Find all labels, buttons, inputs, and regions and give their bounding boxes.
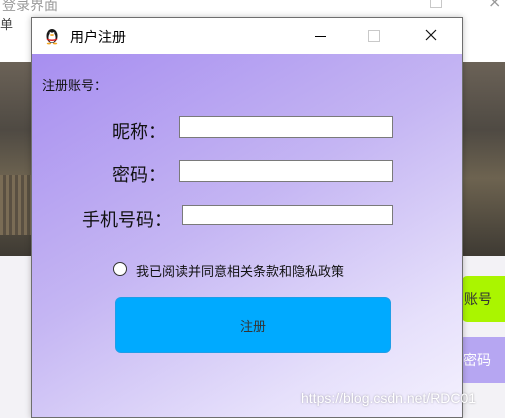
background-menu-item[interactable]: 单 [0, 14, 13, 33]
maximize-button[interactable] [352, 18, 398, 54]
background-window-title: 登录界面 [2, 0, 58, 14]
register-dialog: 用户注册 注册账号： 昵称： 密码： 手机号码： 我已阅读并同意相关条款和隐私政… [31, 17, 463, 418]
nickname-label: 昵称： [112, 122, 166, 143]
background-account-button[interactable]: 账号 [462, 276, 505, 322]
phone-label: 手机号码： [82, 210, 172, 231]
register-button[interactable]: 注册 [115, 297, 391, 353]
nickname-field[interactable] [179, 116, 393, 138]
close-button[interactable] [408, 18, 454, 54]
background-titlebar: 登录界面 × [0, 0, 505, 14]
background-close-icon[interactable]: × [488, 0, 501, 11]
agreement-label[interactable]: 我已阅读并同意相关条款和隐私政策 [136, 261, 344, 280]
penguin-icon [43, 27, 61, 45]
background-password-button[interactable]: 密码 [459, 337, 505, 383]
section-label: 注册账号： [42, 79, 108, 94]
watermark: https://blog.csdn.net/RDC01 [301, 390, 477, 406]
dialog-titlebar[interactable]: 用户注册 [32, 18, 462, 54]
password-field[interactable] [179, 160, 393, 182]
background-photo-detail [0, 175, 32, 235]
close-icon [425, 29, 437, 41]
phone-field[interactable] [182, 205, 393, 225]
minimize-button[interactable] [298, 18, 344, 54]
agreement-radio[interactable] [113, 262, 127, 276]
dialog-title: 用户注册 [70, 30, 126, 46]
background-maximize-icon[interactable] [430, 0, 442, 8]
password-label: 密码： [112, 165, 166, 186]
dialog-client-area: 注册账号： 昵称： 密码： 手机号码： 我已阅读并同意相关条款和隐私政策 注册 [32, 54, 462, 417]
